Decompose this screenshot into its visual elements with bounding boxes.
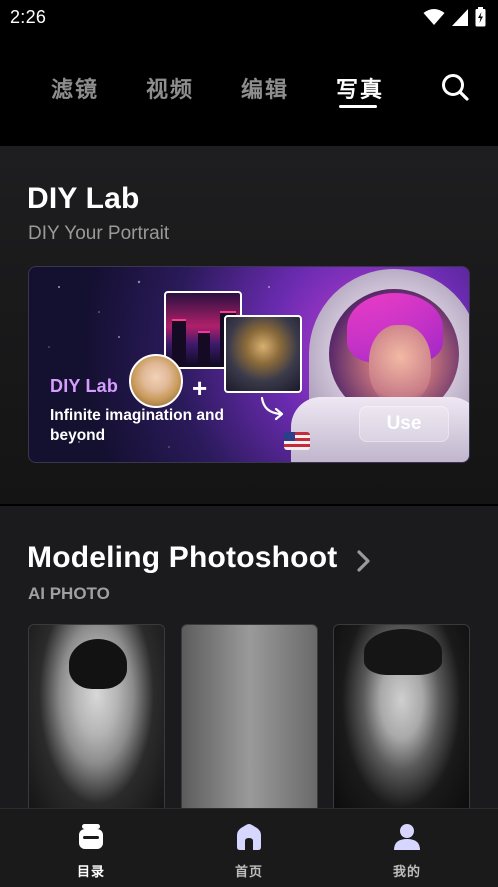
- model-photo-card[interactable]: [181, 624, 318, 824]
- search-icon: [442, 74, 469, 101]
- nav-item-profile[interactable]: 我的: [324, 809, 490, 887]
- search-button[interactable]: [438, 70, 472, 104]
- home-icon: [237, 824, 261, 850]
- battery-icon: [475, 7, 486, 27]
- catalog-icon: [79, 824, 103, 849]
- modeling-see-more-button[interactable]: [354, 548, 374, 574]
- portrait-thumbnail: [129, 354, 183, 408]
- banner-brand: DIY Lab: [50, 376, 119, 396]
- flag-patch: [284, 432, 310, 450]
- astronaut-thumbnail: [224, 315, 302, 393]
- active-tab-indicator: [339, 105, 377, 108]
- banner-tagline: Infinite imagination and beyond: [50, 407, 224, 444]
- tab-filter[interactable]: 滤镜: [51, 72, 99, 104]
- top-tab-bar: 滤镜 视频 编辑 写真: [0, 60, 498, 116]
- chevron-right-icon: [357, 550, 370, 572]
- nav-item-catalog[interactable]: 目录: [8, 809, 174, 887]
- diy-lab-banner[interactable]: + DIY Lab Infinite imagination and beyon…: [28, 266, 470, 463]
- model-photo-card[interactable]: [333, 624, 470, 824]
- bottom-navigation: 目录 首页 我的: [0, 808, 498, 887]
- signal-icon: [452, 8, 468, 26]
- status-bar: 2:26: [0, 0, 498, 34]
- status-time: 2:26: [10, 6, 47, 27]
- use-button[interactable]: Use: [359, 406, 449, 442]
- astronaut-face: [369, 325, 431, 405]
- diy-lab-title: DIY Lab: [27, 182, 140, 215]
- wifi-icon: [423, 9, 445, 25]
- nav-item-label: 我的: [392, 864, 421, 879]
- tab-edit[interactable]: 编辑: [241, 72, 289, 104]
- nav-item-label: 目录: [76, 864, 105, 879]
- tab-portrait[interactable]: 写真: [336, 72, 384, 104]
- model-photo-card[interactable]: [28, 624, 165, 824]
- status-icons: [423, 7, 486, 27]
- profile-icon: [394, 824, 420, 850]
- modeling-photoshoot-subtitle: AI PHOTO: [28, 584, 110, 603]
- diy-lab-subtitle: DIY Your Portrait: [28, 223, 170, 244]
- tab-video[interactable]: 视频: [146, 72, 194, 104]
- modeling-photoshoot-title[interactable]: Modeling Photoshoot: [27, 541, 337, 575]
- plus-icon: +: [192, 373, 208, 403]
- nav-item-label: 首页: [234, 864, 263, 879]
- nav-item-home[interactable]: 首页: [166, 809, 332, 887]
